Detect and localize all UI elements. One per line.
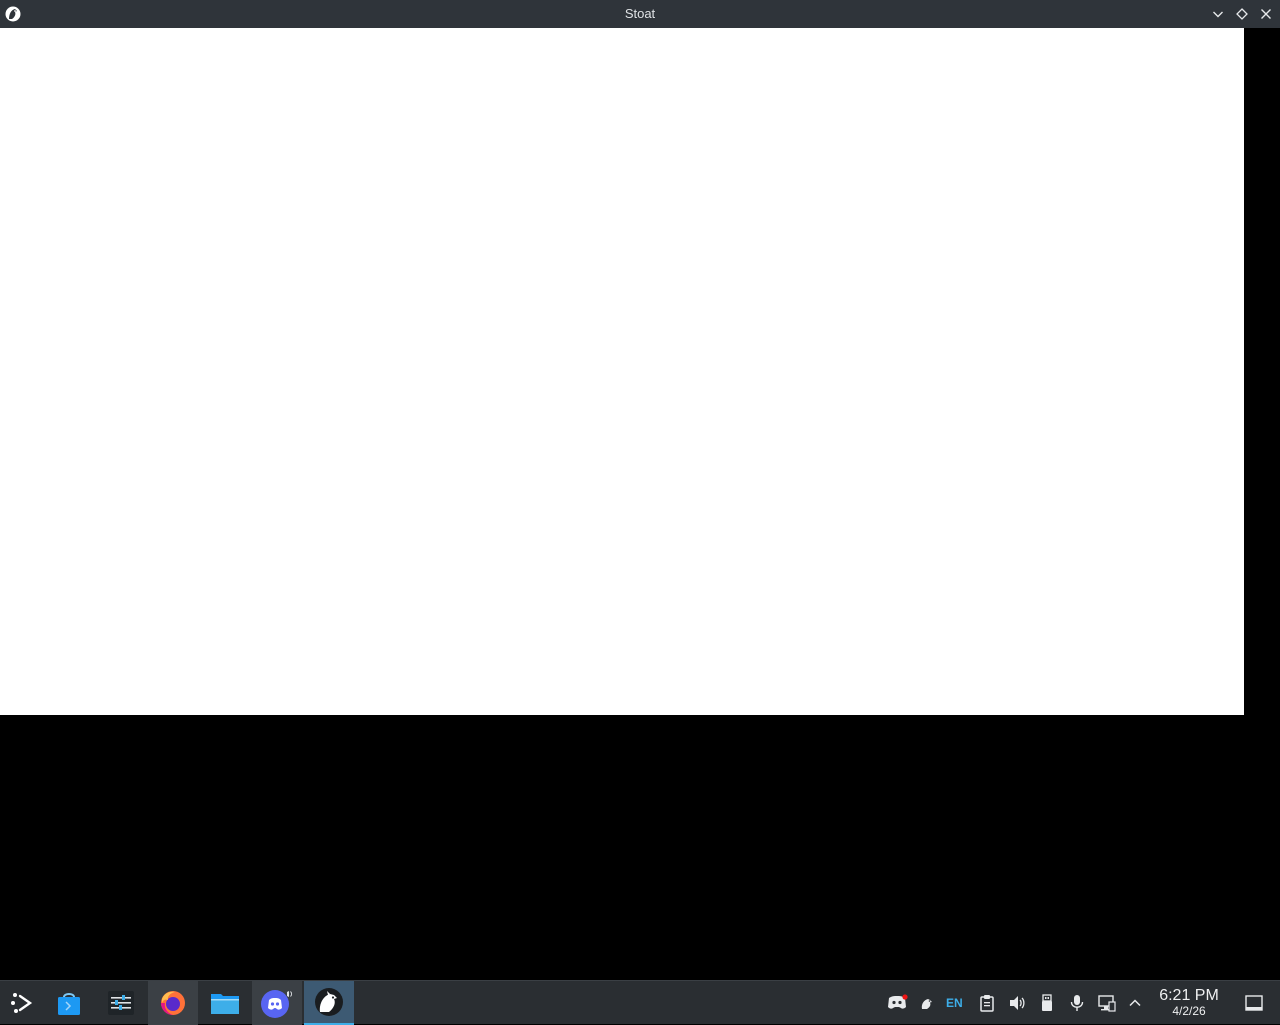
firefox-icon <box>161 991 185 1015</box>
show-desktop-icon <box>1245 995 1263 1011</box>
taskbar-discord[interactable] <box>252 981 302 1025</box>
stoat-tray-icon[interactable] <box>917 993 937 1013</box>
microphone-icon[interactable] <box>1067 993 1087 1013</box>
show-desktop-button[interactable] <box>1244 993 1264 1013</box>
clock-date[interactable]: 4/2/26 <box>1150 1004 1228 1018</box>
volume-icon[interactable] <box>1007 993 1027 1013</box>
taskbar-discover-store[interactable] <box>44 981 94 1025</box>
taskbar-stoat[interactable] <box>304 981 354 1025</box>
window-titlebar[interactable]: Stoat <box>0 0 1280 28</box>
close-icon <box>1261 9 1271 19</box>
stoat-window <box>0 0 1244 715</box>
taskbar-file-manager[interactable] <box>200 981 250 1025</box>
system-settings-icon <box>108 991 134 1015</box>
stoat-icon <box>315 988 343 1016</box>
taskbar: EN <box>0 980 1280 1025</box>
app-launcher-button[interactable] <box>0 981 44 1025</box>
file-manager-icon <box>211 994 239 1014</box>
clipboard-icon[interactable] <box>977 993 997 1013</box>
chevron-up-icon[interactable] <box>1125 993 1145 1013</box>
discord-tray-icon[interactable] <box>886 993 908 1013</box>
taskbar-system-settings[interactable] <box>96 981 146 1025</box>
diamond-maximize-icon <box>1236 8 1248 20</box>
discord-icon <box>261 990 293 1018</box>
app-launcher-icon <box>11 993 33 1013</box>
usb-device-icon[interactable] <box>1037 993 1057 1013</box>
close-button[interactable] <box>1257 5 1275 23</box>
minimize-button[interactable] <box>1209 5 1227 23</box>
window-title: Stoat <box>624 6 656 21</box>
discover-store-icon <box>58 993 80 1015</box>
network-icon[interactable] <box>1097 993 1117 1013</box>
window-content-area[interactable] <box>0 28 1244 715</box>
chevron-down-icon <box>1213 11 1223 18</box>
clock-time[interactable]: 6:21 PM <box>1150 987 1228 1005</box>
taskbar-firefox[interactable] <box>148 981 198 1025</box>
maximize-button[interactable] <box>1233 5 1251 23</box>
keyboard-layout-indicator[interactable]: EN <box>946 993 963 1013</box>
